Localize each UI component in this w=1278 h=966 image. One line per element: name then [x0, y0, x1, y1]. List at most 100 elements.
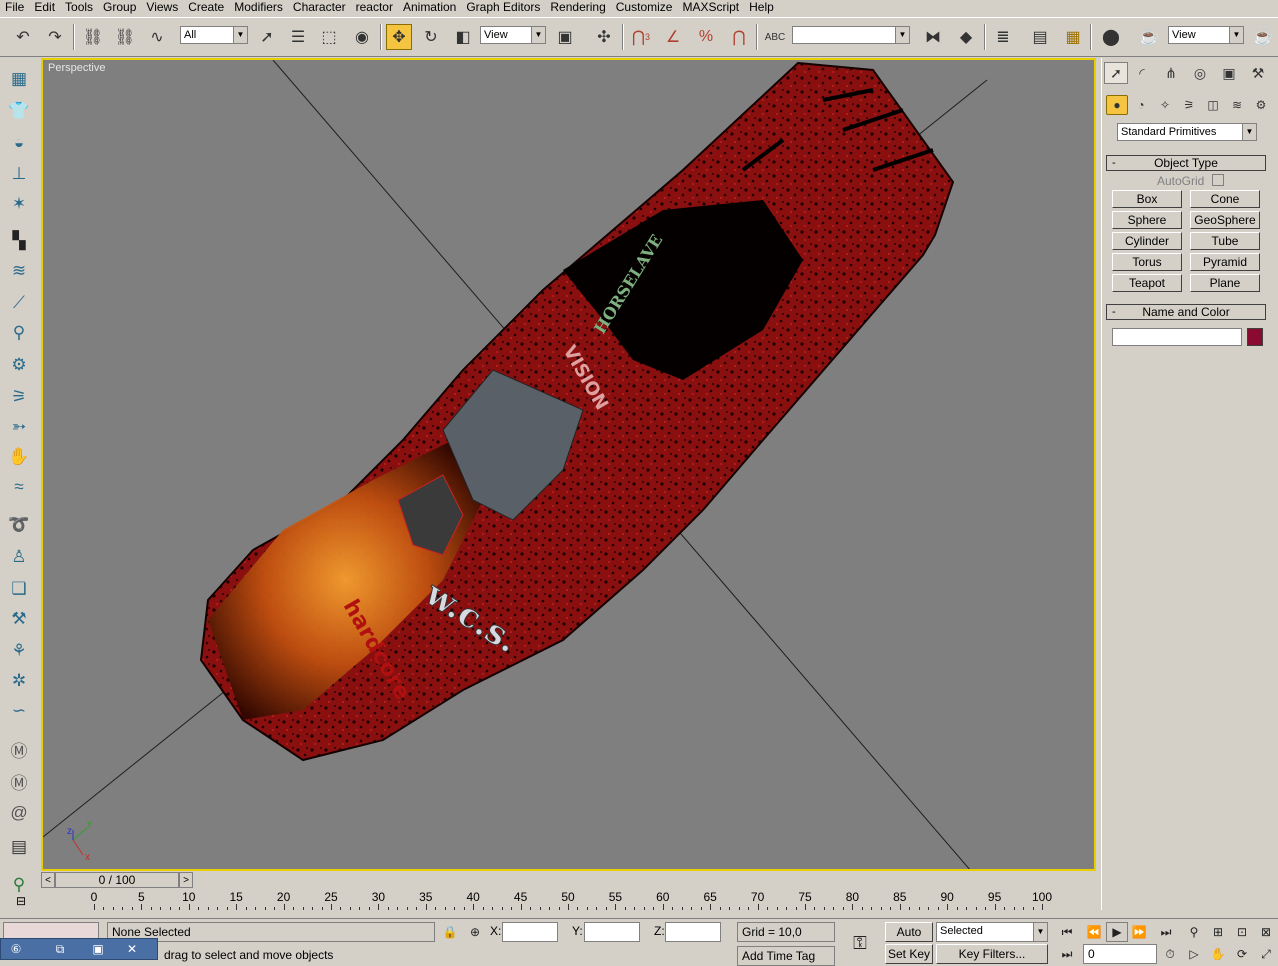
plane-button[interactable]: Plane — [1190, 274, 1260, 292]
time-configuration-icon[interactable]: ⏱ — [1159, 944, 1181, 964]
menu-customize[interactable]: Customize — [611, 0, 678, 15]
menu-modifiers[interactable]: Modifiers — [229, 0, 288, 15]
pyramid-button[interactable]: Pyramid — [1190, 253, 1260, 271]
object-color-swatch[interactable] — [1247, 328, 1263, 346]
menu-views[interactable]: Views — [141, 0, 183, 15]
schematic-view-icon[interactable]: ▦ — [1060, 24, 1086, 50]
display-tab-icon[interactable]: ▣ — [1217, 62, 1241, 84]
menu-animation[interactable]: Animation — [398, 0, 461, 15]
time-slider[interactable]: < 0 / 100 > — [41, 872, 1096, 890]
rope-icon[interactable]: ∽ — [6, 698, 32, 724]
material-editor-icon[interactable]: ⬤ — [1098, 24, 1124, 50]
select-and-scale-icon[interactable]: ◧ — [450, 24, 476, 50]
align-icon[interactable]: ◆ — [953, 24, 979, 50]
bone-icon[interactable]: ⟋ — [6, 290, 32, 316]
wave-icon[interactable]: ≈ — [6, 474, 32, 500]
viewport-label[interactable]: Perspective — [48, 62, 105, 74]
star-icon[interactable]: ✶ — [6, 191, 32, 217]
maximize-icon[interactable]: ▣ — [87, 939, 109, 959]
maximize-viewport-icon[interactable]: ⤢ — [1255, 944, 1277, 964]
checker-icon[interactable]: ▚ — [6, 228, 32, 254]
track-bar[interactable]: ⊟ 0 5 10 15 20 25 30 35 40 45 50 55 60 65 70 75 80 85 90 95… — [16, 890, 1096, 918]
spring-icon[interactable]: ≋ — [6, 258, 32, 284]
render-type-dropdown[interactable]: View ▼ — [1168, 26, 1244, 44]
pivot-center-icon[interactable]: ▣ — [552, 24, 578, 50]
key-filters-button[interactable]: Key Filters... — [936, 944, 1048, 964]
gear-icon[interactable]: ⚙ — [6, 352, 32, 378]
zoom-extents-icon[interactable]: ⊡ — [1231, 922, 1253, 942]
lathe-icon[interactable]: ⊥ — [6, 161, 32, 187]
add-time-tag-button[interactable]: Add Time Tag — [737, 946, 835, 966]
menu-create[interactable]: Create — [183, 0, 229, 15]
chevron-right-icon[interactable]: > — [179, 872, 193, 888]
bind-space-warp-icon[interactable]: ∿ — [144, 24, 170, 50]
select-object-icon[interactable]: ➚ — [254, 24, 280, 50]
selection-filter-dropdown[interactable]: All ▼ — [180, 26, 248, 44]
torus-button[interactable]: Torus — [1112, 253, 1182, 271]
menu-character[interactable]: Character — [288, 0, 351, 15]
perspective-viewport[interactable]: w.c.s. hardcore HORSELAVE VISION x y z P… — [41, 58, 1096, 871]
sphere-icon[interactable]: ◒ — [6, 130, 32, 156]
auto-key-button[interactable]: Auto Key — [885, 922, 933, 957]
arc-rotate-icon[interactable]: ⟳ — [1231, 944, 1253, 964]
systems-icon[interactable]: ⚙ — [1250, 95, 1272, 115]
menu-help[interactable]: Help — [744, 0, 779, 15]
spinner-snap-icon[interactable]: ⋂ — [726, 24, 752, 50]
spiral-icon[interactable]: @ — [6, 800, 32, 826]
next-frame-icon[interactable]: ⏩ — [1128, 922, 1150, 942]
x-coord-field[interactable] — [502, 922, 558, 942]
absolute-mode-icon[interactable]: ⊕ — [464, 922, 486, 942]
utilities-tab-icon[interactable]: ⚒ — [1246, 62, 1270, 84]
layer-manager-icon[interactable]: ≣ — [990, 24, 1016, 50]
select-and-link-icon[interactable]: ⛓ — [80, 24, 106, 50]
object-name-field[interactable] — [1112, 328, 1242, 346]
key-icon[interactable]: ⚿ — [846, 931, 874, 955]
car-model[interactable]: w.c.s. hardcore HORSELAVE VISION — [199, 61, 955, 762]
zoom-all-icon[interactable]: ⊞ — [1207, 922, 1229, 942]
lights-icon[interactable]: ✧ — [1154, 95, 1176, 115]
box-button[interactable]: Box — [1112, 190, 1182, 208]
maxscript-icon[interactable]: Ⓜ — [6, 736, 32, 762]
sphere-button[interactable]: Sphere — [1112, 211, 1182, 229]
mini-curve-editor-icon[interactable]: ⊟ — [10, 894, 32, 912]
name-and-color-rollout-header[interactable]: - Name and Color — [1106, 304, 1266, 320]
zoom-icon[interactable]: ⚲ — [1183, 922, 1205, 942]
geometry-icon[interactable]: ● — [1106, 95, 1128, 115]
chevron-left-icon[interactable]: < — [41, 872, 55, 888]
go-to-end-icon[interactable]: ⏭ — [1155, 922, 1177, 942]
zoom-extents-all-icon[interactable]: ⊠ — [1255, 922, 1277, 942]
motion-mixer-icon[interactable]: Ⓜ — [6, 768, 32, 794]
menu-group[interactable]: Group — [98, 0, 141, 15]
motion-tab-icon[interactable]: ◎ — [1188, 62, 1212, 84]
create-tab-icon[interactable]: ➚ — [1104, 62, 1128, 84]
redo-icon[interactable]: ↷ — [42, 24, 68, 50]
space-warps-icon[interactable]: ≋ — [1226, 95, 1248, 115]
wrap-icon[interactable]: ❏ — [6, 576, 32, 602]
object-type-rollout-header[interactable]: - Object Type — [1106, 155, 1266, 171]
shapes-icon[interactable]: ◔ — [1130, 95, 1152, 115]
pin-icon[interactable]: ⚒ — [6, 606, 32, 632]
select-and-move-icon[interactable]: ✥ — [386, 24, 412, 50]
biped-icon[interactable]: ♙ — [6, 544, 32, 570]
unlink-icon[interactable]: ⛓ — [112, 24, 138, 50]
cylinder-button[interactable]: Cylinder — [1112, 232, 1182, 250]
loop-icon[interactable]: ➰ — [6, 512, 32, 538]
menu-reactor[interactable]: reactor — [351, 0, 398, 15]
wheel-icon[interactable]: ✲ — [6, 668, 32, 694]
camera-icon[interactable]: ⚞ — [6, 384, 32, 410]
render-scene-icon[interactable]: ☕ — [1136, 24, 1162, 50]
rectangular-selection-icon[interactable]: ⬚ — [316, 24, 342, 50]
go-to-start-icon[interactable]: ⏮ — [1056, 922, 1078, 942]
fish-icon[interactable]: ➳ — [6, 414, 32, 440]
pan-icon[interactable]: ✋ — [1207, 944, 1229, 964]
set-key-button[interactable]: Set Key — [885, 944, 933, 964]
select-by-name-icon[interactable]: ☰ — [285, 24, 311, 50]
previous-frame-icon[interactable]: ⏪ — [1083, 922, 1105, 942]
percent-snap-icon[interactable]: % — [693, 24, 719, 50]
current-frame-field[interactable]: 0 — [1083, 944, 1157, 964]
quick-render-icon[interactable]: ☕ — [1250, 24, 1276, 50]
y-coord-field[interactable] — [584, 922, 640, 942]
geosphere-button[interactable]: GeoSphere — [1190, 211, 1260, 229]
menu-file[interactable]: File — [0, 0, 29, 15]
tube-button[interactable]: Tube — [1190, 232, 1260, 250]
